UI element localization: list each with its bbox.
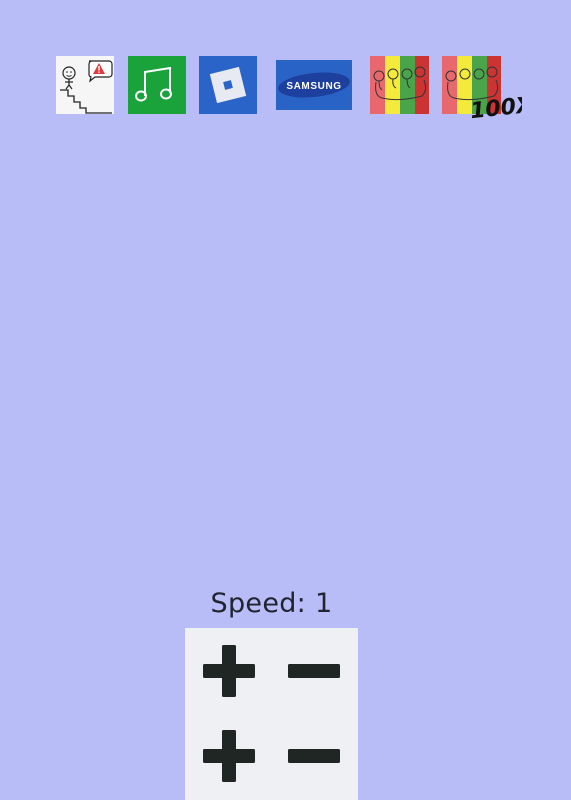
rasta-faces-tile[interactable] [370, 56, 429, 114]
speed-control-panel [185, 628, 358, 800]
music-tile[interactable] [128, 56, 186, 114]
samsung-tile[interactable]: SAMSUNG [276, 60, 352, 110]
minus-icon [288, 749, 340, 763]
speed-increase-button-secondary[interactable] [201, 728, 257, 784]
samsung-logo-text: SAMSUNG [286, 81, 341, 92]
speed-decrease-button[interactable] [286, 643, 342, 699]
roblox-logo-icon [199, 56, 257, 114]
stick-figure-stairs-icon [56, 56, 114, 114]
music-note-icon [128, 56, 186, 114]
plus-icon [203, 730, 255, 782]
speed-increase-button[interactable] [201, 643, 257, 699]
rasta-faces-icon [370, 56, 429, 114]
stairs-meme-tile[interactable] [56, 56, 114, 114]
samsung-logo-icon: SAMSUNG [276, 60, 352, 110]
minus-icon [288, 664, 340, 678]
plus-icon [203, 645, 255, 697]
roblox-tile[interactable] [199, 56, 257, 114]
rasta-faces-100x-icon: 100X [442, 56, 522, 122]
rasta-faces-100x-tile[interactable]: 100X [442, 56, 522, 122]
speed-decrease-button-secondary[interactable] [286, 728, 342, 784]
speed-label: Speed: 1 [210, 588, 333, 619]
